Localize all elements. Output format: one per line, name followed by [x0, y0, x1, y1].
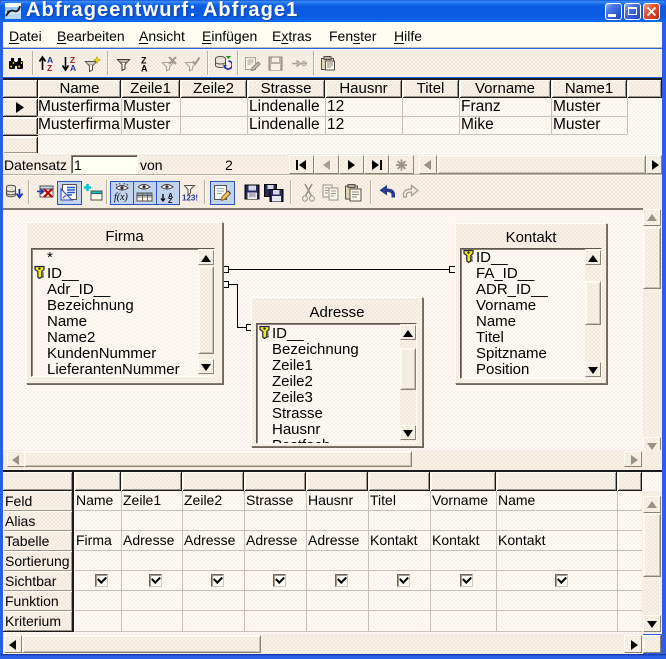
svg-text:A: A [141, 64, 148, 73]
svg-text:f(x): f(x) [114, 192, 129, 203]
svg-text:Z: Z [168, 198, 173, 203]
svg-text:A: A [70, 63, 76, 72]
svg-text:123!: 123! [182, 194, 198, 203]
svg-text:Z: Z [47, 63, 52, 72]
